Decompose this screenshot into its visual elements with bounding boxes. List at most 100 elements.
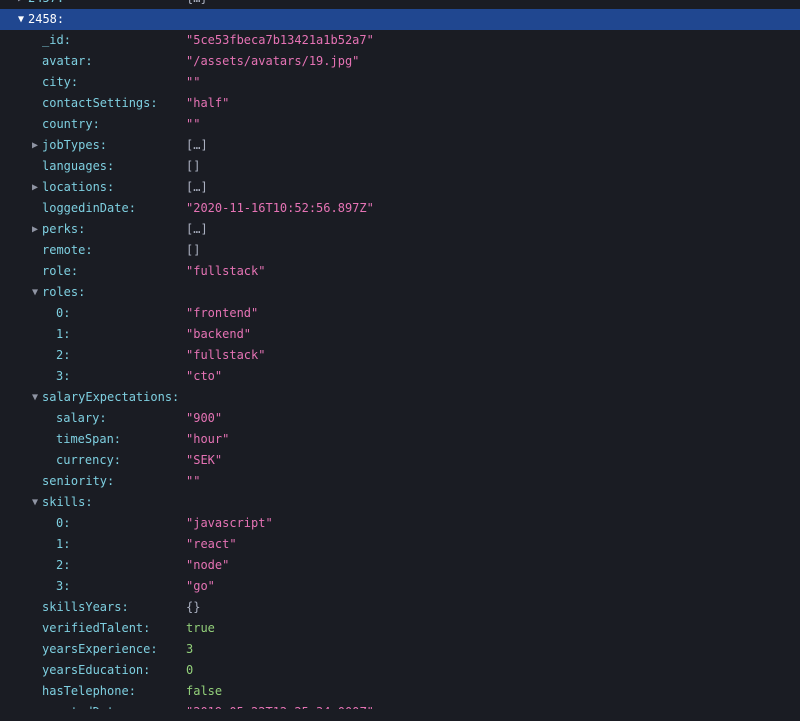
colon: :: [150, 639, 157, 660]
property-value: "javascript": [186, 513, 273, 534]
tree-row-2458[interactable]: ▼2458:: [0, 9, 800, 30]
chevron-down-icon[interactable]: ▼: [16, 9, 26, 30]
tree-row-roles[interactable]: ▼roles:: [0, 282, 800, 303]
tree-row-2[interactable]: 2:"node": [0, 555, 800, 576]
property-value: 3: [186, 639, 193, 660]
tree-row-2457[interactable]: ▶2457:{…}: [0, 0, 800, 9]
tree-row-skillsYears[interactable]: skillsYears:{}: [0, 597, 800, 618]
tree-row-locations[interactable]: ▶locations:[…]: [0, 177, 800, 198]
property-value: […]: [186, 177, 208, 198]
tree-row-2[interactable]: 2: "fullstack": [0, 345, 800, 366]
colon: :: [150, 93, 157, 114]
colon: :: [64, 30, 71, 51]
colon: :: [93, 114, 100, 135]
property-value: "900": [186, 408, 222, 429]
tree-row-timeSpan[interactable]: timeSpan: "hour": [0, 429, 800, 450]
property-value: []: [186, 240, 200, 261]
tree-row-currency[interactable]: currency:"SEK": [0, 450, 800, 471]
chevron-right-icon[interactable]: ▶: [16, 0, 26, 9]
colon: :: [78, 219, 85, 240]
colon: :: [71, 261, 78, 282]
colon: :: [63, 303, 70, 324]
tree-row-avatar[interactable]: avatar:"/assets/avatars/19.jpg": [0, 51, 800, 72]
tree-row-salary[interactable]: salary:"900": [0, 408, 800, 429]
chevron-right-icon[interactable]: ▶: [30, 219, 40, 240]
tree-row-country[interactable]: country:"": [0, 114, 800, 135]
tree-row-salaryExpectations[interactable]: ▼salaryExpectations:: [0, 387, 800, 408]
property-key: jobTypes: [42, 135, 100, 156]
property-value: […]: [186, 219, 208, 240]
chevron-right-icon[interactable]: ▶: [30, 177, 40, 198]
tree-row-seniority[interactable]: seniority:"": [0, 471, 800, 492]
property-key: 2457: [28, 0, 57, 9]
tree-row-createdDate[interactable]: createdDate:"2019-05-22T12:25:34.000Z": [0, 702, 800, 709]
property-value: "": [186, 72, 200, 93]
property-value: […]: [186, 135, 208, 156]
tree-row-yearsEducation[interactable]: yearsEducation:0: [0, 660, 800, 681]
colon: :: [121, 702, 128, 709]
tree-row-jobTypes[interactable]: ▶jobTypes:[…]: [0, 135, 800, 156]
tree-row-0[interactable]: 0:"javascript": [0, 513, 800, 534]
tree-row-1[interactable]: 1:"react": [0, 534, 800, 555]
property-key: salary: [56, 408, 99, 429]
tree-row-3[interactable]: 3: "cto": [0, 366, 800, 387]
colon: :: [63, 366, 70, 387]
property-value: "frontend": [186, 303, 258, 324]
tree-row-contactSettings[interactable]: contactSettings:"half": [0, 93, 800, 114]
colon: :: [63, 513, 70, 534]
property-key: 0: [56, 303, 63, 324]
property-key: timeSpan: [56, 429, 114, 450]
tree-row-0[interactable]: 0: "frontend": [0, 303, 800, 324]
chevron-down-icon[interactable]: ▼: [30, 282, 40, 303]
tree-row-role[interactable]: role:"fullstack": [0, 261, 800, 282]
property-value: "SEK": [186, 450, 222, 471]
property-value: "half": [186, 93, 229, 114]
property-key: 3: [56, 366, 63, 387]
colon: :: [57, 0, 64, 9]
chevron-down-icon[interactable]: ▼: [30, 492, 40, 513]
colon: :: [121, 597, 128, 618]
chevron-right-icon[interactable]: ▶: [30, 135, 40, 156]
tree-row-perks[interactable]: ▶perks: […]: [0, 219, 800, 240]
property-value: "node": [186, 555, 229, 576]
property-value: "": [186, 114, 200, 135]
chevron-down-icon[interactable]: ▼: [30, 387, 40, 408]
property-key: 2: [56, 345, 63, 366]
tree-row-_id[interactable]: _id:"5ce53fbeca7b13421a1b52a7": [0, 30, 800, 51]
colon: :: [107, 156, 114, 177]
property-value: "2020-11-16T10:52:56.897Z": [186, 198, 374, 219]
property-value: false: [186, 681, 222, 702]
colon: :: [85, 492, 92, 513]
tree-row-loggedinDate[interactable]: loggedinDate:"2020-11-16T10:52:56.897Z": [0, 198, 800, 219]
property-value: []: [186, 156, 200, 177]
property-value: "backend": [186, 324, 251, 345]
property-value: "hour": [186, 429, 229, 450]
tree-row-yearsExperience[interactable]: yearsExperience:3: [0, 639, 800, 660]
tree-row-languages[interactable]: languages:[]: [0, 156, 800, 177]
property-value: "go": [186, 576, 215, 597]
tree-row-skills[interactable]: ▼skills:: [0, 492, 800, 513]
tree-row-remote[interactable]: remote:[]: [0, 240, 800, 261]
colon: :: [143, 618, 150, 639]
colon: :: [63, 345, 70, 366]
colon: :: [143, 660, 150, 681]
tree-row-verifiedTalent[interactable]: verifiedTalent:true: [0, 618, 800, 639]
colon: :: [114, 429, 121, 450]
property-key: skillsYears: [42, 597, 121, 618]
colon: :: [107, 471, 114, 492]
property-key: remote: [42, 240, 85, 261]
property-key: hasTelephone: [42, 681, 129, 702]
property-key: yearsEducation: [42, 660, 143, 681]
tree-row-1[interactable]: 1:"backend": [0, 324, 800, 345]
property-key: perks: [42, 219, 78, 240]
property-key: loggedinDate: [42, 198, 129, 219]
tree-row-3[interactable]: 3:"go": [0, 576, 800, 597]
colon: :: [114, 450, 121, 471]
property-key: salaryExpectations: [42, 387, 172, 408]
property-key: locations: [42, 177, 107, 198]
property-value: "fullstack": [186, 345, 265, 366]
colon: :: [57, 9, 64, 30]
property-value: "cto": [186, 366, 222, 387]
tree-row-hasTelephone[interactable]: hasTelephone:false: [0, 681, 800, 702]
tree-row-city[interactable]: city:"": [0, 72, 800, 93]
